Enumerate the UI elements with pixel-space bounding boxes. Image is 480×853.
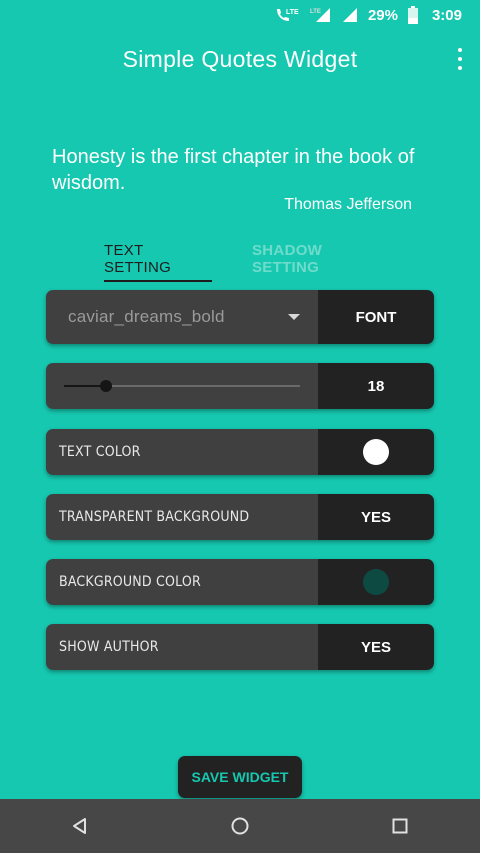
app-title: Simple Quotes Widget — [122, 45, 358, 72]
show-author-row[interactable]: SHOW AUTHOR YES — [46, 624, 434, 670]
battery-percent: 29% — [367, 6, 398, 24]
tab-shadow-setting[interactable]: SHADOW SETTING — [252, 238, 392, 280]
transparent-background-toggle[interactable]: YES — [318, 494, 434, 540]
status-bar: LTE LTE 29% 3:09 — [0, 0, 480, 30]
signal-lte-icon: LTE — [310, 6, 332, 24]
font-dropdown-value: caviar_dreams_bold — [68, 307, 225, 326]
text-color-swatch-container[interactable] — [318, 429, 434, 475]
navigation-bar — [0, 799, 480, 853]
show-author-label: SHOW AUTHOR — [46, 624, 318, 670]
home-circle-icon[interactable] — [220, 806, 260, 846]
size-slider-container — [46, 363, 318, 409]
clock: 3:09 — [431, 6, 462, 24]
call-lte-icon: LTE — [274, 6, 300, 24]
quote-preview-author: Thomas Jefferson — [284, 196, 412, 213]
background-color-row[interactable]: BACKGROUND COLOR — [46, 559, 434, 605]
transparent-background-row[interactable]: TRANSPARENT BACKGROUND YES — [46, 494, 434, 540]
size-value: 18 — [318, 363, 434, 409]
quote-preview-text: Honesty is the first chapter in the book… — [52, 146, 415, 194]
app-bar: Simple Quotes Widget — [0, 36, 480, 82]
text-color-label: TEXT COLOR — [46, 429, 318, 475]
battery-icon — [407, 6, 418, 24]
transparent-background-label: TRANSPARENT BACKGROUND — [46, 494, 318, 540]
font-button[interactable]: FONT — [318, 290, 434, 344]
tab-text-setting[interactable]: TEXT SETTING — [104, 238, 212, 282]
font-setting-row: caviar_dreams_bold FONT — [46, 290, 434, 344]
slider-thumb[interactable] — [100, 380, 113, 392]
show-author-toggle[interactable]: YES — [318, 624, 434, 670]
back-triangle-icon[interactable] — [60, 806, 100, 846]
recents-square-icon[interactable] — [380, 806, 420, 846]
font-dropdown[interactable]: caviar_dreams_bold — [46, 290, 318, 344]
text-color-row[interactable]: TEXT COLOR — [46, 429, 434, 475]
background-color-swatch[interactable] — [363, 569, 389, 595]
signal-icon — [342, 7, 358, 23]
size-setting-row: 18 — [46, 363, 434, 409]
background-color-swatch-container[interactable] — [318, 559, 434, 605]
text-color-swatch[interactable] — [363, 439, 389, 465]
svg-text:LTE: LTE — [310, 9, 321, 15]
settings-tabs: TEXT SETTING SHADOW SETTING — [0, 238, 480, 282]
save-widget-button[interactable]: SAVE WIDGET — [178, 756, 302, 798]
background-color-label: BACKGROUND COLOR — [46, 559, 318, 605]
chevron-down-icon — [288, 314, 300, 320]
more-vert-icon[interactable] — [454, 48, 466, 70]
size-slider[interactable] — [64, 363, 300, 409]
svg-text:LTE: LTE — [286, 9, 299, 16]
